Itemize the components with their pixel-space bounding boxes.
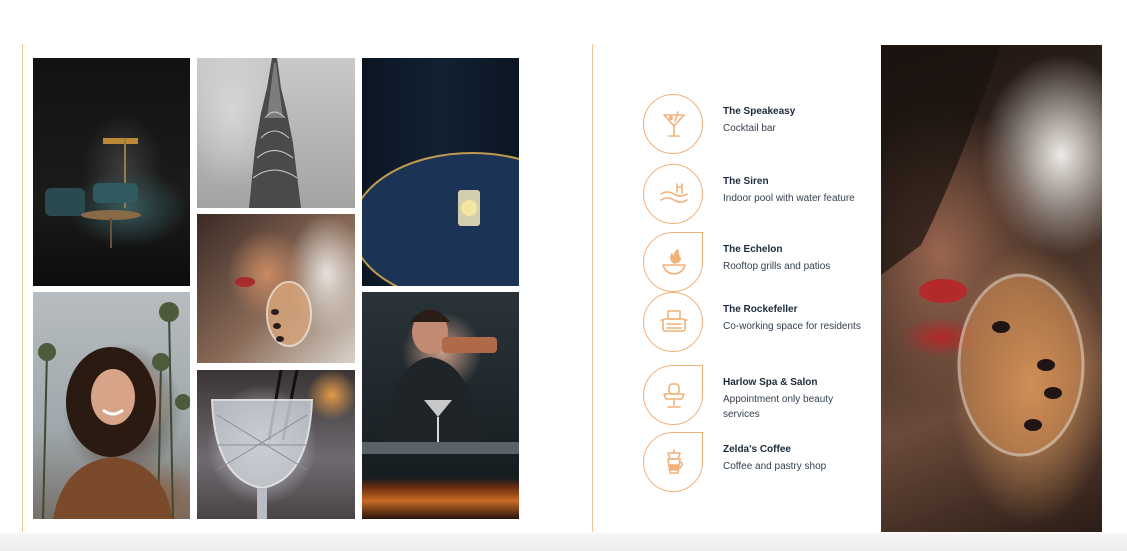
amenity-desc: Indoor pool with water feature [723, 193, 855, 204]
salon-chair-icon [643, 365, 703, 425]
amenity-title: The Echelon [723, 244, 783, 255]
amenity-desc: Coffee and pastry shop [723, 461, 827, 472]
lounge-photo [33, 58, 190, 286]
amenity-desc: Appointment only beauty services [723, 394, 834, 420]
woman-drinking-photo [197, 214, 355, 363]
center-page-rule [592, 44, 593, 532]
cocktail-icon [643, 94, 703, 154]
cocktail-table-photo [362, 58, 519, 286]
bartender-photo [362, 292, 519, 519]
chrysler-building-photo [197, 58, 355, 208]
amenity-title: The Siren [723, 176, 769, 187]
amenity-desc: Co-working space for residents [723, 321, 861, 332]
woman-drinking-large-photo [881, 45, 1102, 532]
amenity-title: The Rockefeller [723, 304, 798, 315]
amenity-desc: Rooftop grills and patios [723, 261, 831, 272]
amenity-title: The Speakeasy [723, 106, 796, 117]
coffee-maker-icon [643, 432, 703, 492]
left-page-rule [22, 44, 23, 532]
amenity-desc: Cocktail bar [723, 123, 776, 134]
pool-icon [643, 164, 703, 224]
smiling-woman-photo [33, 292, 190, 519]
crystal-glass-photo [197, 370, 355, 519]
amenity-title: Zelda's Coffee [723, 444, 791, 455]
amenity-title: Harlow Spa & Salon [723, 377, 818, 388]
grill-fire-icon [643, 232, 703, 292]
typewriter-icon [643, 292, 703, 352]
page-bottom-band [0, 533, 1127, 551]
